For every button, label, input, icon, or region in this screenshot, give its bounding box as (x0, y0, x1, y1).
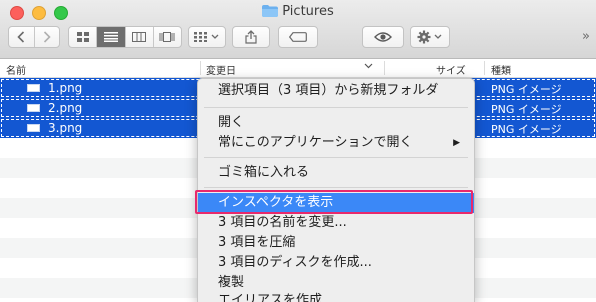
file-name: 3.png (48, 121, 83, 135)
tag-button[interactable] (278, 26, 318, 48)
menu-item-label: 3 項目の名前を変更... (218, 215, 347, 230)
menu-item-rename[interactable]: 3 項目の名前を変更... (198, 213, 474, 233)
column-size-header[interactable]: サイズ (436, 62, 466, 77)
menu-item-label: エイリアスを作成 (218, 293, 323, 302)
column-kind-header[interactable]: 種類 (491, 62, 511, 77)
menu-separator (204, 107, 468, 108)
arrange-button[interactable] (188, 26, 226, 48)
action-button[interactable] (410, 26, 450, 48)
navigation-segment (8, 26, 60, 48)
menu-item-duplicate[interactable]: 複製 (198, 273, 474, 293)
share-icon (245, 30, 257, 44)
menu-separator (204, 187, 468, 188)
png-file-icon (27, 124, 40, 132)
file-name: 1.png (48, 81, 83, 95)
back-icon[interactable] (9, 27, 35, 47)
menu-item-burn-to-disc[interactable]: 3 項目のディスクを作成... (198, 253, 474, 273)
sort-chevron-icon (364, 61, 373, 72)
file-name: 2.png (48, 101, 83, 115)
window-title: Pictures (282, 4, 334, 19)
gear-icon (417, 30, 442, 44)
column-date-header[interactable]: 変更日 (206, 62, 236, 77)
submenu-arrow-icon: ▶ (453, 138, 460, 148)
file-kind: PNG イメージ (491, 103, 562, 116)
tag-icon (289, 32, 307, 42)
arrange-grid-icon (194, 32, 219, 42)
menu-item-open-with[interactable]: 常にこのアプリケーションで開く ▶ (198, 133, 474, 153)
column-divider (484, 61, 485, 75)
menu-item-compress[interactable]: 3 項目を圧縮 (198, 233, 474, 253)
file-kind: PNG イメージ (491, 123, 562, 136)
eye-icon (374, 32, 392, 42)
menu-item-move-to-trash[interactable]: ゴミ箱に入れる (198, 163, 474, 183)
toolbar-overflow-button[interactable]: » (582, 29, 590, 44)
column-view-icon[interactable] (126, 27, 154, 47)
menu-item-new-folder-with-selection[interactable]: 選択項目（3 項目）から新規フォルダ (198, 81, 474, 101)
folder-icon (262, 5, 279, 17)
file-kind: PNG イメージ (491, 83, 562, 96)
column-header: 名前 変更日 サイズ 種類 (0, 59, 596, 78)
menu-separator (204, 157, 468, 158)
forward-icon[interactable] (35, 27, 60, 47)
menu-item-label: 常にこのアプリケーションで開く (218, 135, 413, 150)
menu-item-label: 開く (218, 115, 245, 130)
png-file-icon (27, 104, 40, 112)
menu-item-label: 3 項目を圧縮 (218, 235, 296, 250)
window-title-area: Pictures (0, 4, 596, 19)
png-file-icon (27, 84, 40, 92)
menu-item-make-alias[interactable]: エイリアスを作成 (198, 291, 474, 302)
share-button[interactable] (232, 26, 270, 48)
finder-window: Pictures » 名前 変更日 サイズ 種類 1.png PNG イメージ … (0, 0, 596, 302)
column-name-header[interactable]: 名前 (6, 62, 26, 77)
menu-item-label: インスペクタを表示 (218, 195, 334, 210)
icon-view-icon[interactable] (69, 27, 98, 47)
context-menu: 選択項目（3 項目）から新規フォルダ 開く 常にこのアプリケーションで開く ▶ … (197, 78, 475, 302)
quicklook-button[interactable] (362, 26, 404, 48)
column-divider (200, 61, 201, 75)
list-view-icon[interactable] (97, 27, 126, 47)
menu-item-open[interactable]: 開く (198, 113, 474, 133)
column-divider (384, 61, 385, 75)
menu-item-label: 複製 (218, 275, 245, 290)
toolbar: Pictures » (0, 0, 596, 59)
coverflow-view-icon[interactable] (154, 27, 181, 47)
menu-item-show-inspector[interactable]: インスペクタを表示 (198, 193, 474, 213)
menu-item-label: 選択項目（3 項目）から新規フォルダ (218, 83, 439, 98)
menu-item-label: ゴミ箱に入れる (218, 165, 310, 180)
menu-item-label: 3 項目のディスクを作成... (218, 255, 372, 270)
view-mode-segment (68, 26, 182, 48)
